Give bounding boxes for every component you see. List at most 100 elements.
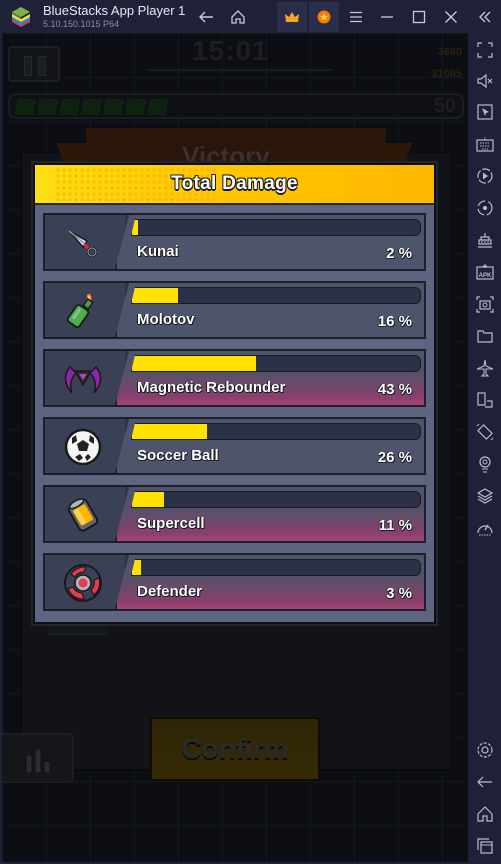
crown-icon	[285, 12, 299, 22]
folder-button[interactable]	[476, 327, 494, 345]
back-button[interactable]	[192, 2, 220, 32]
xp-segment	[14, 99, 37, 115]
damage-percent: 26 %	[377, 449, 412, 466]
rotate-sync-icon	[477, 200, 493, 216]
bluestacks-logo-icon	[12, 7, 30, 27]
xp-segment	[58, 99, 81, 115]
close-icon	[445, 11, 457, 23]
xp-bar	[8, 93, 464, 119]
xp-segment	[36, 99, 59, 115]
weapon-name: Defender	[137, 583, 203, 600]
screenshot-icon	[476, 296, 494, 313]
rotate-sync-button[interactable]	[476, 199, 494, 217]
right-toolbar: APK	[468, 33, 501, 864]
xp-segment	[124, 99, 147, 115]
weapon-name: Molotov	[137, 311, 195, 328]
apk-install-icon: APK	[476, 264, 494, 280]
settings-button[interactable]	[476, 741, 494, 759]
keyboard-button[interactable]	[476, 135, 494, 153]
pointer-button[interactable]	[476, 103, 494, 121]
android-home-button[interactable]	[476, 805, 494, 823]
performance-icon	[478, 233, 492, 248]
kill-count: 31065	[431, 68, 462, 80]
record-button[interactable]	[476, 167, 494, 185]
shake-icon	[476, 423, 494, 441]
damage-stats-button[interactable]	[2, 733, 74, 783]
volume-mute-button[interactable]	[476, 72, 494, 90]
layers-button[interactable]	[476, 487, 494, 505]
damage-percent: 2 %	[386, 245, 412, 262]
multi-instance-button[interactable]	[476, 391, 494, 409]
xp-segment	[80, 99, 103, 115]
premium-button[interactable]	[277, 2, 307, 32]
fullscreen-button[interactable]	[476, 41, 494, 59]
android-back-icon	[477, 776, 492, 788]
damage-bar	[131, 219, 421, 236]
performance-button[interactable]	[476, 231, 494, 249]
supercell-icon	[61, 493, 105, 537]
home-icon	[231, 10, 245, 24]
damage-bar-fill	[132, 492, 164, 507]
weapon-icon-cell	[45, 555, 125, 609]
weapon-name: Soccer Ball	[137, 447, 219, 464]
eco-mode-icon	[477, 524, 493, 536]
dialog-title: Total Damage	[171, 173, 298, 194]
damage-bar-fill	[132, 424, 207, 439]
back-icon	[199, 11, 213, 23]
location-icon	[479, 456, 491, 473]
weapon-icon-cell	[45, 283, 125, 337]
layers-icon	[476, 488, 494, 504]
app-title: BlueStacks App Player 1	[43, 3, 186, 18]
damage-row: Soccer Ball 26 %	[43, 417, 426, 475]
damage-percent: 43 %	[377, 381, 412, 398]
damage-bar	[131, 355, 421, 372]
minimize-icon	[381, 16, 393, 18]
location-button[interactable]	[476, 455, 494, 473]
maximize-icon	[412, 10, 426, 24]
home-button[interactable]	[224, 2, 252, 32]
screenshot-button[interactable]	[476, 295, 494, 313]
molotov-icon	[61, 289, 105, 333]
weapon-icon-cell	[45, 487, 125, 541]
damage-bar	[131, 559, 421, 576]
magnetic-rebounder-icon	[61, 357, 105, 401]
player-level: 50	[433, 95, 456, 117]
android-back-button[interactable]	[476, 773, 494, 791]
apk-install-button[interactable]: APK	[476, 263, 494, 281]
damage-row: Kunai 2 %	[43, 213, 426, 271]
weapon-name: Supercell	[137, 515, 205, 532]
rewards-button[interactable]	[309, 2, 339, 32]
app-version: 5.10.150.1015 P64	[43, 19, 120, 29]
fullscreen-icon	[477, 42, 493, 58]
keyboard-icon	[476, 137, 494, 152]
damage-row: Magnetic Rebounder 43 %	[43, 349, 426, 407]
xp-segment	[102, 99, 125, 115]
pause-button[interactable]	[8, 46, 60, 82]
bluestacks-window: BlueStacks App Player 1 5.10.150.1015 P6…	[0, 0, 501, 864]
currency-display: 3680 31065	[431, 41, 462, 85]
menu-button[interactable]	[343, 2, 369, 32]
multi-instance-icon	[477, 392, 493, 408]
airplane-mode-button[interactable]	[476, 359, 494, 377]
damage-bar-fill	[132, 356, 256, 371]
bar-chart-icon	[25, 748, 51, 773]
recent-apps-button[interactable]	[476, 837, 494, 855]
damage-bar	[131, 423, 421, 440]
coin-count: 3680	[437, 46, 462, 58]
maximize-button[interactable]	[406, 2, 432, 32]
shake-button[interactable]	[476, 423, 494, 441]
close-button[interactable]	[438, 2, 464, 32]
menu-icon	[350, 11, 362, 23]
damage-row: Molotov 16 %	[43, 281, 426, 339]
damage-row: Supercell 11 %	[43, 485, 426, 543]
damage-percent: 3 %	[386, 585, 412, 602]
coin-badge-icon	[317, 10, 331, 24]
minimize-button[interactable]	[374, 2, 400, 32]
airplane-mode-icon	[476, 359, 494, 377]
damage-percent: 16 %	[377, 313, 412, 330]
pause-icon-bar	[38, 56, 46, 76]
collapse-sidebar-button[interactable]	[472, 2, 498, 32]
collapse-sidebar-icon	[479, 11, 491, 23]
confirm-button[interactable]: Confirm	[150, 717, 320, 781]
eco-mode-button[interactable]	[476, 519, 494, 537]
